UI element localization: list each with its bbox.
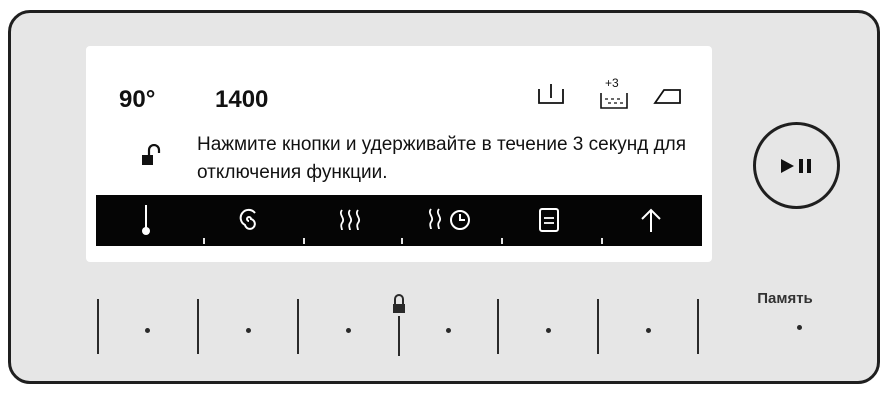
steam-icon: [325, 203, 375, 237]
program-button-2[interactable]: [246, 328, 251, 333]
instruction-message: Нажмите кнопки и удерживайте в течение 3…: [197, 134, 687, 183]
child-lock-icon[interactable]: [390, 293, 410, 362]
program-button-6[interactable]: [646, 328, 651, 333]
button-divider: [497, 299, 499, 354]
prewash-tub-icon: [536, 76, 566, 108]
steam-timer-icon: [416, 203, 481, 237]
display-screen: 90° 1400 +3 Нажмите кнопки и удерживайте…: [86, 46, 712, 262]
memory-button[interactable]: [797, 325, 802, 330]
button-divider: [297, 299, 299, 354]
program-button-1[interactable]: [145, 328, 150, 333]
temperature-value: 90°: [119, 86, 156, 113]
play-pause-icon: [780, 158, 811, 173]
button-divider: [597, 299, 599, 354]
divider-tick: [401, 238, 403, 244]
extra-rinse-badge: +3: [605, 76, 619, 90]
spin-speed-value: 1400: [215, 86, 269, 113]
memory-label: Память: [757, 290, 813, 307]
program-bar: [96, 195, 702, 246]
play-pause-button[interactable]: [753, 122, 840, 209]
thermometer-icon: [126, 203, 166, 237]
program-button-3[interactable]: [346, 328, 351, 333]
button-divider: [697, 299, 699, 354]
document-icon: [524, 203, 574, 237]
divider-tick: [203, 238, 205, 244]
program-button-4[interactable]: [446, 328, 451, 333]
extra-rinse-icon: +3: [596, 76, 632, 109]
divider-tick: [303, 238, 305, 244]
unlocked-padlock-icon: [141, 143, 165, 173]
iron-icon: [652, 76, 686, 108]
program-button-5[interactable]: [546, 328, 551, 333]
divider-tick: [601, 238, 603, 244]
button-divider: [197, 299, 199, 354]
button-divider: [97, 299, 99, 354]
divider-tick: [501, 238, 503, 244]
arrow-up-icon: [626, 203, 676, 237]
spiral-icon: [224, 203, 274, 237]
